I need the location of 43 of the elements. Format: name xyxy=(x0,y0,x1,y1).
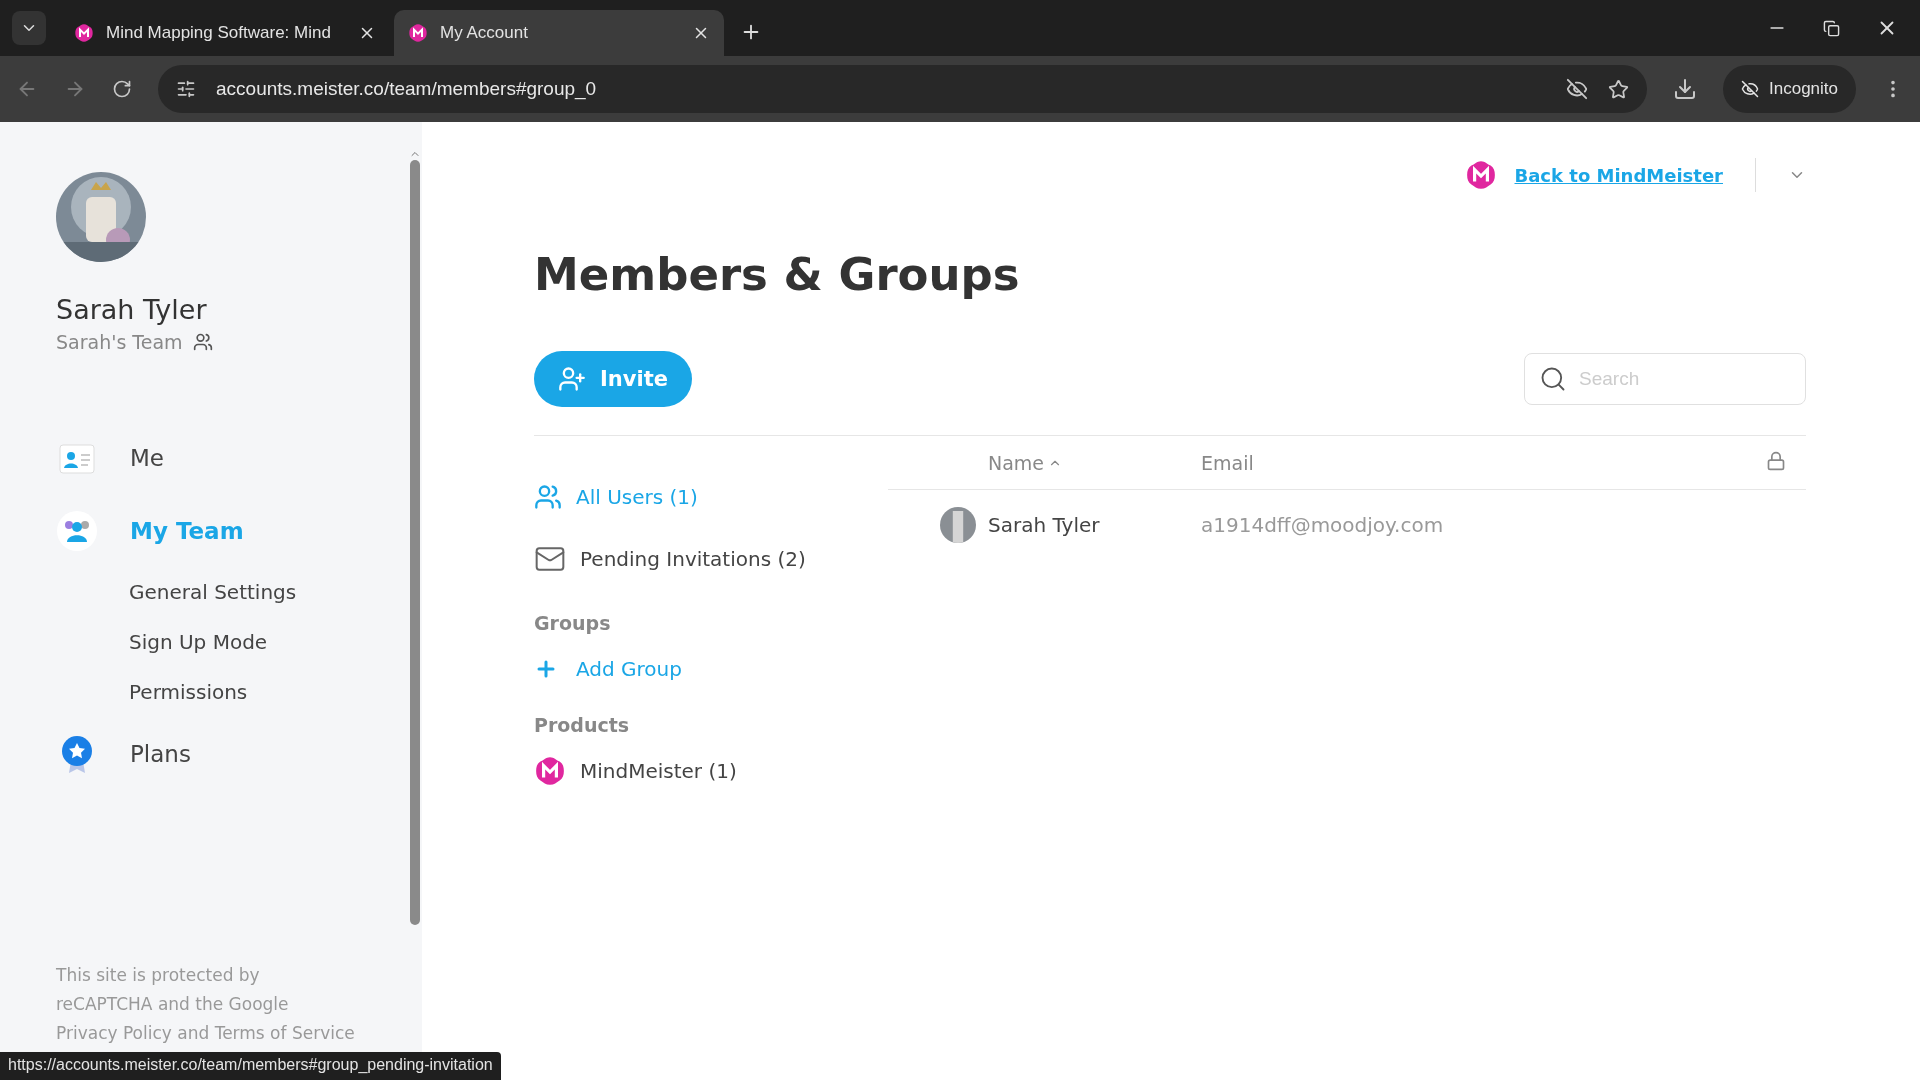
logo-icon xyxy=(74,23,94,43)
browser-tab[interactable]: Mind Mapping Software: Mind xyxy=(60,10,390,56)
user-name: Sarah Tyler xyxy=(56,294,208,325)
browser-tab[interactable]: My Account xyxy=(394,10,724,56)
page-title: Members & Groups xyxy=(534,248,1021,301)
reload-icon[interactable] xyxy=(112,79,132,99)
user-plus-icon xyxy=(558,365,586,393)
nav-item[interactable]: Me xyxy=(56,421,408,494)
table-cell-text: Sarah Tyler xyxy=(988,513,1101,537)
recaptcha-notice: Privacy Policy and Terms of Service xyxy=(56,1022,356,1045)
column-header[interactable]: Name xyxy=(988,451,1201,474)
product-item[interactable]: MindMeister (1) xyxy=(534,748,888,794)
groups-heading: Groups xyxy=(534,612,612,636)
products-heading: Products xyxy=(534,714,631,738)
nav-subitem[interactable]: Sign Up Mode xyxy=(129,617,408,667)
users-icon xyxy=(534,483,562,511)
recaptcha-notice: reCAPTCHA and the Google xyxy=(56,993,290,1016)
eye-off-icon[interactable] xyxy=(1566,78,1588,100)
restore-icon[interactable] xyxy=(1823,19,1840,37)
search-icon xyxy=(1539,365,1567,393)
incognito-button[interactable]: Incognito xyxy=(1723,65,1856,113)
nav-subitem[interactable]: Permissions xyxy=(129,667,408,717)
recaptcha-notice: This site is protected by xyxy=(56,964,261,987)
logo-icon xyxy=(1464,159,1497,191)
team-name: Sarah's Team xyxy=(56,331,183,353)
star-icon[interactable] xyxy=(1608,78,1629,100)
logo-icon xyxy=(534,755,566,787)
site-settings-icon[interactable] xyxy=(176,79,196,99)
scrollbar-thumb[interactable] xyxy=(410,160,420,925)
lock-icon xyxy=(1766,450,1786,471)
nav-subitem[interactable]: General Settings xyxy=(129,567,408,617)
logo-icon xyxy=(408,23,428,43)
nav-item[interactable]: Plans xyxy=(56,717,408,790)
team-icon xyxy=(56,509,98,552)
status-url: https://accounts.meister.co/team/members#group_pending-invitation xyxy=(0,1052,501,1080)
filter-item[interactable]: Pending Invitations (2) xyxy=(534,528,888,590)
address-bar[interactable]: accounts.meister.co/team/members#group_0 xyxy=(158,65,1647,113)
avatar xyxy=(940,507,976,543)
download-icon[interactable] xyxy=(1673,77,1697,101)
column-header[interactable]: Email xyxy=(1201,451,1766,474)
tab-list-button[interactable] xyxy=(12,11,46,45)
table-cell-text: a1914dff@moodjoy.com xyxy=(1201,513,1445,537)
team-icon xyxy=(192,332,213,352)
